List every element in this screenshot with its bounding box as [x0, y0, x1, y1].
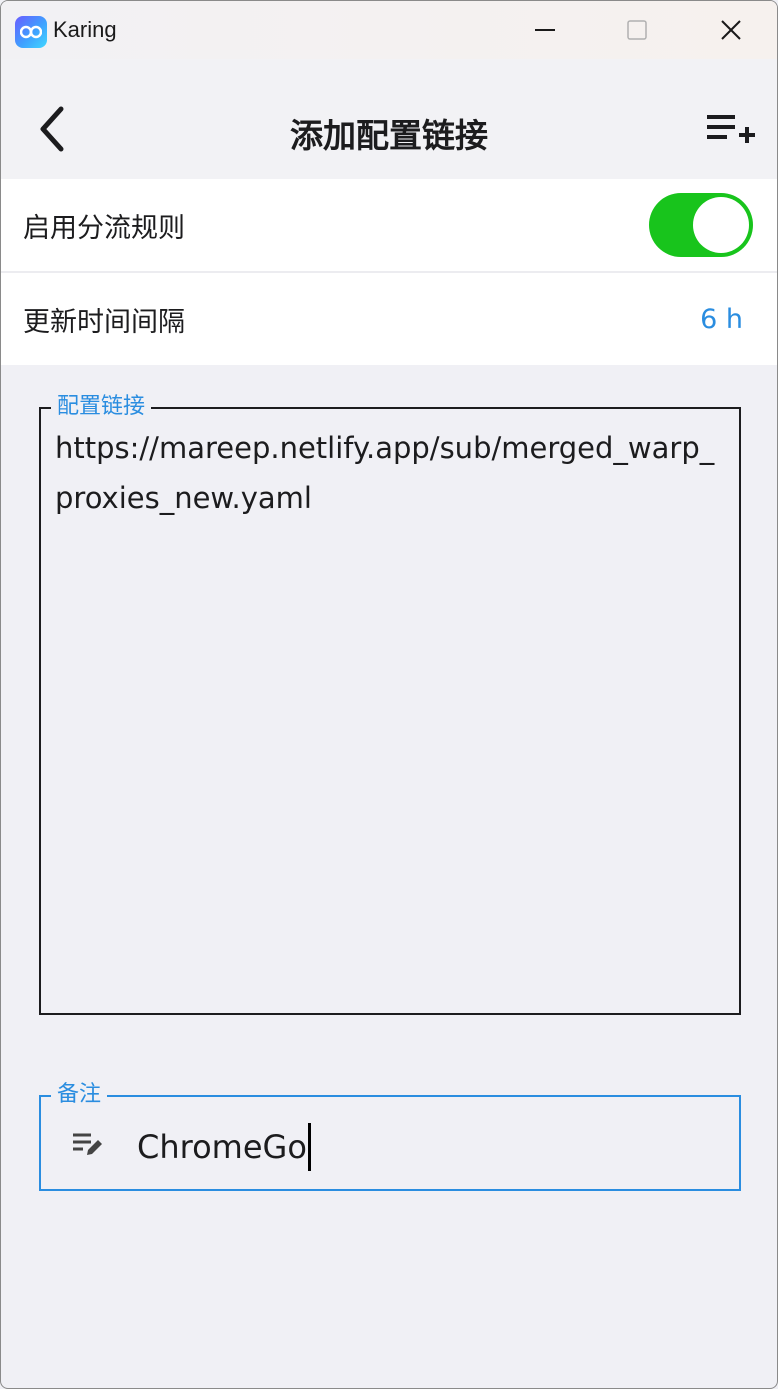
app-window: Karing 添加配置链接 启用分流规则 更新时间间隔 6 h 配置链接 htt…	[0, 0, 778, 1389]
add-list-button[interactable]	[699, 103, 757, 155]
config-url-field[interactable]: 配置链接 https://mareep.netlify.app/sub/merg…	[39, 393, 741, 1015]
note-field[interactable]: 备注 ChromeGo	[39, 1081, 741, 1191]
note-input-value: ChromeGo	[137, 1128, 307, 1166]
close-icon	[721, 20, 741, 40]
minimize-button[interactable]	[499, 1, 591, 59]
routing-rules-toggle[interactable]	[649, 193, 753, 257]
page-header: 添加配置链接	[1, 59, 777, 179]
update-interval-label: 更新时间间隔	[23, 306, 185, 338]
config-url-input[interactable]: https://mareep.netlify.app/sub/merged_wa…	[55, 423, 725, 523]
toggle-knob	[693, 197, 749, 253]
edit-note-icon	[71, 1129, 105, 1159]
routing-rules-label: 启用分流规则	[23, 212, 185, 244]
maximize-button[interactable]	[591, 1, 683, 59]
config-url-label: 配置链接	[51, 393, 152, 421]
minimize-icon	[535, 29, 555, 31]
update-interval-value: 6 h	[700, 303, 743, 335]
app-logo-icon	[15, 16, 47, 48]
app-title: Karing	[53, 17, 117, 42]
page-title: 添加配置链接	[290, 116, 488, 155]
playlist-add-icon	[707, 115, 755, 143]
note-input[interactable]: ChromeGo	[137, 1123, 311, 1171]
text-caret	[307, 1123, 311, 1171]
note-label: 备注	[51, 1081, 108, 1109]
routing-rules-row: 启用分流规则	[1, 179, 777, 271]
update-interval-row[interactable]: 更新时间间隔 6 h	[1, 273, 777, 365]
title-bar: Karing	[1, 1, 777, 59]
close-button[interactable]	[685, 1, 777, 59]
maximize-icon	[627, 20, 647, 40]
